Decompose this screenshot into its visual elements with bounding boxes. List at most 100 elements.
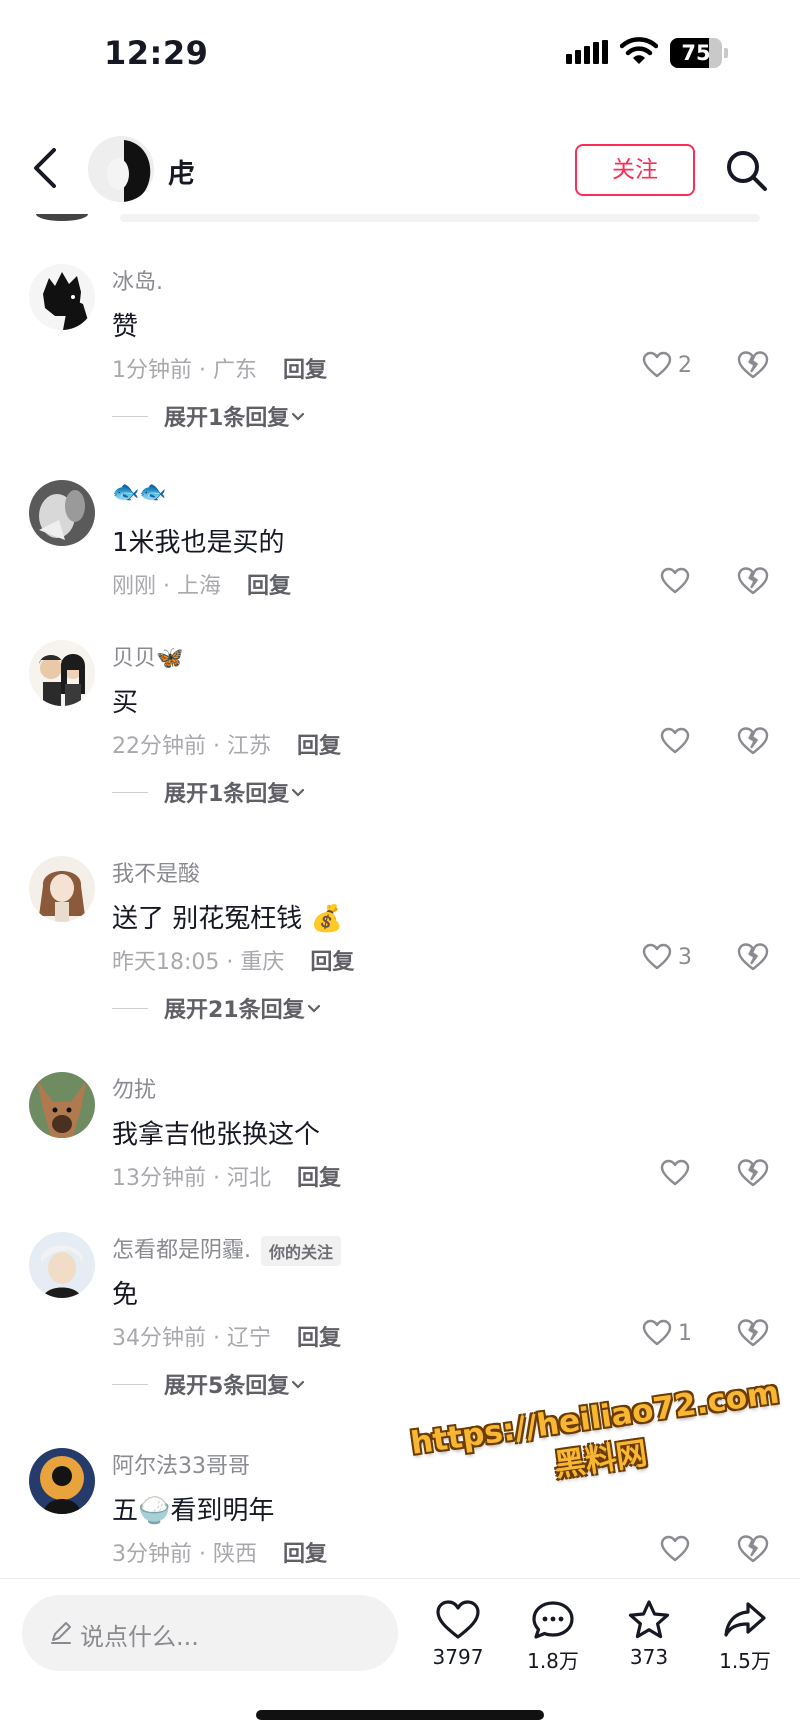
reply-button[interactable]: 回复 <box>297 734 341 759</box>
previous-comment-edge <box>36 214 760 222</box>
wifi-icon <box>620 37 658 64</box>
broken-heart-icon[interactable] <box>736 724 770 758</box>
comment-time-location: 昨天18:05 · 重庆 <box>112 950 285 975</box>
comment-button[interactable]: 1.8万 <box>513 1599 593 1689</box>
comment-time-location: 刚刚 · 上海 <box>112 574 221 599</box>
chevron-down-icon <box>292 412 305 421</box>
broken-heart-icon[interactable] <box>736 940 770 974</box>
profile-header: 虍 关注 <box>0 118 800 222</box>
broken-heart-icon[interactable] <box>736 1532 770 1566</box>
comment-meta: 3分钟前 · 陕西 回复 <box>112 1536 327 1568</box>
comment-text: 五🍚看到明年 <box>112 1496 275 1526</box>
home-indicator <box>256 1710 544 1720</box>
reply-button[interactable]: 回复 <box>297 1326 341 1351</box>
reply-button[interactable]: 回复 <box>283 358 327 383</box>
comment-time-location: 1分钟前 · 广东 <box>112 358 257 383</box>
commenter-name[interactable]: 贝贝🦋 <box>112 640 183 672</box>
comment-like-button[interactable] <box>660 724 690 758</box>
comment-like-button[interactable] <box>660 1156 690 1190</box>
reply-button[interactable]: 回复 <box>247 574 291 599</box>
comment-text: 1米我也是买的 <box>112 528 285 558</box>
follow-button[interactable]: 关注 <box>575 144 695 196</box>
heart-icon <box>642 943 672 970</box>
expand-replies-button[interactable]: 展开1条回复 <box>112 776 307 808</box>
favorite-button[interactable]: 373 <box>609 1599 689 1689</box>
comment-item: 我不是酸 送了 别花冤枉钱 💰 昨天18:05 · 重庆 回复 3 展开21条回复 <box>0 856 800 1036</box>
share-count: 1.5万 <box>719 1649 771 1673</box>
commenter-avatar[interactable] <box>29 1448 95 1514</box>
heart-icon <box>660 567 690 594</box>
reply-button[interactable]: 回复 <box>297 1166 341 1191</box>
avatar[interactable] <box>88 136 154 202</box>
commenter-avatar[interactable] <box>29 264 95 330</box>
commenter-avatar[interactable] <box>29 1072 95 1138</box>
expand-replies-button[interactable]: 展开1条回复 <box>112 400 307 432</box>
comment-text: 免 <box>112 1280 139 1310</box>
profile-name: 虍 <box>168 159 195 190</box>
like-button[interactable]: 3797 <box>418 1599 498 1689</box>
broken-heart-icon[interactable] <box>736 348 770 382</box>
cellular-signal-icon <box>566 40 608 64</box>
comment-text: 送了 别花冤枉钱 💰 <box>112 904 343 934</box>
status-bar: 12:29 75 <box>0 0 800 110</box>
chevron-down-icon <box>307 1004 320 1013</box>
following-badge: 你的关注 <box>261 1236 342 1266</box>
comment-time-location: 13分钟前 · 河北 <box>112 1166 271 1191</box>
comment-like-button[interactable]: 1 <box>642 1316 692 1350</box>
reply-button[interactable]: 回复 <box>283 1542 327 1567</box>
comment-item: 冰岛. 赞 1分钟前 · 广东 回复 2 展开1条回复 <box>0 264 800 444</box>
bottom-action-bar: 说点什么... 3797 1.8万 373 1.5万 <box>0 1578 800 1736</box>
favorite-count: 373 <box>629 1645 669 1669</box>
commenter-name[interactable]: 冰岛. <box>112 264 163 296</box>
commenter-name[interactable]: 🐟🐟 <box>112 480 167 505</box>
commenter-name[interactable]: 我不是酸 <box>112 856 200 888</box>
pencil-icon <box>51 1622 71 1644</box>
heart-icon <box>660 1159 690 1186</box>
comment-time-location: 3分钟前 · 陕西 <box>112 1542 257 1567</box>
comment-count: 1.8万 <box>527 1649 579 1673</box>
comment-like-button[interactable]: 2 <box>642 348 692 382</box>
comment-meta: 1分钟前 · 广东 回复 <box>112 352 327 384</box>
heart-icon <box>436 1600 480 1639</box>
commenter-name[interactable]: 阿尔法33哥哥 <box>112 1448 250 1480</box>
commenter-avatar[interactable] <box>29 856 95 922</box>
search-icon[interactable] <box>724 148 768 192</box>
broken-heart-icon[interactable] <box>736 564 770 598</box>
comment-meta: 13分钟前 · 河北 回复 <box>112 1160 341 1192</box>
comment-input[interactable]: 说点什么... <box>22 1595 398 1671</box>
reply-button[interactable]: 回复 <box>310 950 354 975</box>
comment-like-button[interactable] <box>660 1532 690 1566</box>
comment-meta: 昨天18:05 · 重庆 回复 <box>112 944 354 976</box>
commenter-name[interactable]: 怎看都是阴霾. 你的关注 <box>112 1232 342 1266</box>
comment-meta: 22分钟前 · 江苏 回复 <box>112 728 341 760</box>
like-count: 3797 <box>432 1645 484 1669</box>
back-arrow-icon[interactable] <box>26 144 66 192</box>
commenter-name[interactable]: 勿扰 <box>112 1072 156 1104</box>
share-button[interactable]: 1.5万 <box>705 1599 785 1689</box>
comment-like-button[interactable] <box>660 564 690 598</box>
like-count: 1 <box>678 1320 692 1346</box>
commenter-avatar[interactable] <box>29 640 95 706</box>
share-arrow-icon <box>724 1602 766 1637</box>
heart-icon <box>642 1319 672 1346</box>
comment-item: 🐟🐟 1米我也是买的 刚刚 · 上海 回复 <box>0 480 800 610</box>
chevron-down-icon <box>292 788 305 797</box>
comment-like-button[interactable]: 3 <box>642 940 692 974</box>
battery-level: 75 <box>681 41 711 65</box>
heart-icon <box>660 727 690 754</box>
heart-icon <box>660 1535 690 1562</box>
expand-replies-button[interactable]: 展开21条回复 <box>112 992 323 1024</box>
comment-text: 买 <box>112 688 139 718</box>
comment-bubble-icon <box>532 1601 574 1639</box>
battery-indicator: 75 <box>670 38 728 68</box>
expand-replies-button[interactable]: 展开5条回复 <box>112 1368 307 1400</box>
star-icon <box>628 1600 670 1639</box>
broken-heart-icon[interactable] <box>736 1316 770 1350</box>
like-count: 2 <box>678 352 692 378</box>
comment-time-location: 34分钟前 · 辽宁 <box>112 1326 271 1351</box>
commenter-avatar[interactable] <box>29 1232 95 1298</box>
broken-heart-icon[interactable] <box>736 1156 770 1190</box>
chevron-down-icon <box>292 1380 305 1389</box>
comment-item: 贝贝🦋 买 22分钟前 · 江苏 回复 展开1条回复 <box>0 640 800 820</box>
commenter-avatar[interactable] <box>29 480 95 546</box>
